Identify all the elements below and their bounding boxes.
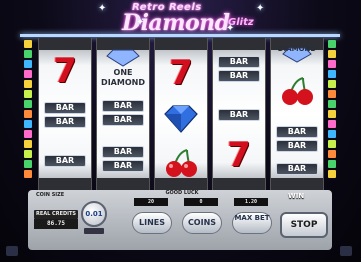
coin-value-button[interactable]: 0.01 xyxy=(81,201,107,227)
menu-icon[interactable] xyxy=(6,246,18,256)
slot-machine-screen: Retro Reels Diamond Glitz ✦ ✦ ✦ ✦ 7 BAR … xyxy=(0,0,361,262)
payline-indicator xyxy=(24,50,32,58)
bar-symbol: BAR BAR xyxy=(101,96,145,130)
max-bet-button[interactable]: MAX BET xyxy=(232,212,272,234)
credits-value: 86.75 xyxy=(34,219,78,229)
win-label: WIN xyxy=(288,192,305,200)
payline-indicator xyxy=(328,40,336,48)
reel-5: DIAMOND BAR BAR BAR xyxy=(270,38,324,190)
reel-1: 7 BAR BAR BAR xyxy=(38,38,92,190)
payline-indicator xyxy=(328,160,336,168)
payline-indicator xyxy=(328,150,336,158)
control-panel: COIN SIZE REAL CREDITS 86.75 0.01 GOOD L… xyxy=(28,190,332,250)
payline-indicator xyxy=(24,120,32,128)
sound-icon[interactable] xyxy=(340,246,352,256)
seven-symbol: 7 xyxy=(227,135,251,175)
payline-indicator xyxy=(24,130,32,138)
payline-indicator xyxy=(24,100,32,108)
stop-button[interactable]: STOP xyxy=(280,212,328,238)
payline-indicator xyxy=(328,170,336,178)
reel-area: 7 BAR BAR BAR ONE DIAMOND BAR BAR BAR BA… xyxy=(38,38,324,190)
payline-indicator xyxy=(328,90,336,98)
coins-display: 0 xyxy=(184,198,218,206)
payline-indicator xyxy=(328,120,336,128)
lines-display: 20 xyxy=(134,198,168,206)
reel-2: ONE DIAMOND BAR BAR BAR BAR xyxy=(96,38,150,190)
one-diamond-symbol: ONE DIAMOND xyxy=(101,46,145,87)
payline-indicator xyxy=(328,70,336,78)
sparkle-icon: ✦ xyxy=(98,3,107,14)
cherry-symbol xyxy=(159,146,203,180)
bet-display: 1.20 xyxy=(234,198,268,206)
payline-indicator xyxy=(24,90,32,98)
cherry-symbol xyxy=(275,74,319,108)
reel-4: BAR BAR BAR 7 xyxy=(212,38,266,190)
lines-button[interactable]: LINES xyxy=(132,212,172,234)
payline-indicator xyxy=(24,60,32,68)
diamond-symbol xyxy=(159,102,203,136)
seven-symbol: 7 xyxy=(169,53,193,93)
left-payline-indicators xyxy=(24,40,32,180)
bar-symbol: BAR BAR xyxy=(275,122,319,156)
payline-indicator xyxy=(328,140,336,148)
coins-button[interactable]: COINS xyxy=(182,212,222,234)
right-payline-indicators xyxy=(328,40,336,180)
sparkle-icon: ✦ xyxy=(256,3,265,14)
game-logo: Retro Reels Diamond Glitz ✦ ✦ ✦ ✦ xyxy=(60,2,300,38)
payline-indicator xyxy=(328,60,336,68)
payline-indicator xyxy=(328,50,336,58)
neon-strip xyxy=(20,34,340,37)
reel-3: 7 xyxy=(154,38,208,190)
diamond-symbol: DIAMOND xyxy=(275,44,319,78)
coin-size-label: COIN SIZE xyxy=(36,192,65,198)
sparkle-icon: ✦ xyxy=(226,23,235,34)
payline-indicator xyxy=(24,170,32,178)
seven-symbol: 7 xyxy=(53,51,77,91)
payline-indicator xyxy=(24,140,32,148)
bar-symbol: BAR xyxy=(43,144,87,178)
payline-indicator xyxy=(24,40,32,48)
good-luck-message: GOOD LUCK xyxy=(165,190,199,196)
real-credits-label: REAL CREDITS xyxy=(35,211,77,217)
sparkle-icon: ✦ xyxy=(136,17,145,28)
payline-indicator xyxy=(24,160,32,168)
bar-symbol: BAR BAR xyxy=(43,98,87,132)
payline-indicator xyxy=(328,110,336,118)
payline-indicator xyxy=(328,100,336,108)
payline-indicator xyxy=(24,150,32,158)
bar-symbol: BAR BAR xyxy=(101,142,145,176)
payline-indicator xyxy=(328,130,336,138)
payline-indicator xyxy=(328,80,336,88)
coin-size-selector[interactable] xyxy=(84,228,104,234)
bar-symbol: BAR BAR xyxy=(217,52,261,86)
payline-indicator xyxy=(24,110,32,118)
bar-symbol: BAR xyxy=(217,98,261,132)
payline-indicator xyxy=(24,80,32,88)
payline-indicator xyxy=(24,70,32,78)
